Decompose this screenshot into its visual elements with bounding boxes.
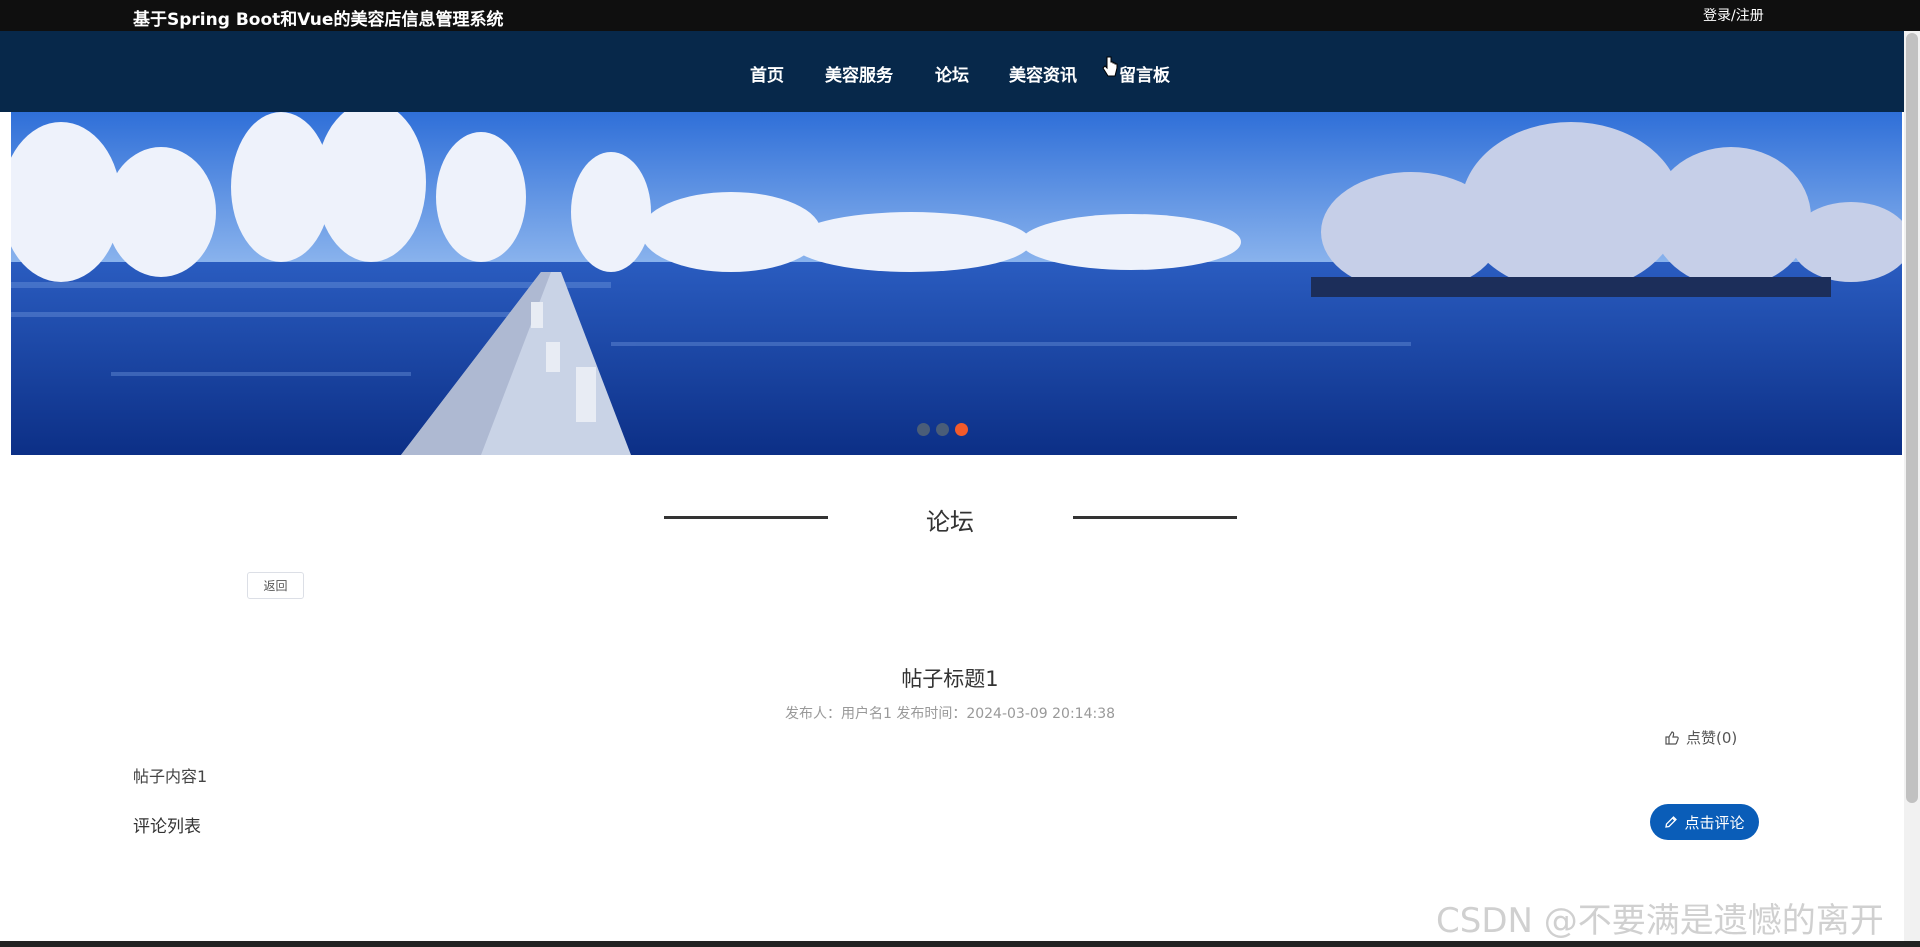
section-title: 论坛 (926, 508, 974, 536)
post-title: 帖子标题1 (901, 667, 999, 691)
nav-item-beauty-news[interactable]: 美容资讯 (1009, 61, 1077, 86)
add-comment-button[interactable]: 点击评论 (1650, 804, 1759, 840)
thumbs-up-icon (1665, 730, 1679, 745)
top-bar: 基于Spring Boot和Vue的美容店信息管理系统 登录/注册 (0, 0, 1920, 31)
like-button[interactable]: 点赞(0) (1664, 727, 1737, 748)
section-divider-right (1073, 516, 1237, 519)
carousel-dot-1[interactable] (917, 423, 930, 436)
section-divider-left (664, 516, 828, 519)
nav-item-forum[interactable]: 论坛 (935, 61, 969, 86)
carousel-dot-3-active[interactable] (955, 423, 968, 436)
hand-cursor-icon (1102, 56, 1118, 77)
nav-item-home[interactable]: 首页 (750, 61, 784, 86)
main-nav: 首页 美容服务 论坛 美容资讯 留言板 (0, 31, 1920, 112)
comments-list-label: 评论列表 (133, 817, 201, 837)
csdn-watermark: CSDN @不要满是遗憾的离开 (1436, 901, 1884, 941)
page-scrollbar-thumb[interactable] (1906, 33, 1918, 803)
banner-image (11, 112, 1902, 455)
site-title: 基于Spring Boot和Vue的美容店信息管理系统 (133, 10, 504, 30)
post-content: 帖子内容1 (133, 767, 208, 786)
bottom-edge-bar (0, 941, 1920, 947)
login-register-link[interactable]: 登录/注册 (1703, 5, 1764, 25)
post-meta: 发布人：用户名1 发布时间：2024-03-09 20:14:38 (784, 706, 1116, 722)
like-count-label: 点赞(0) (1686, 729, 1738, 747)
nav-item-message-board[interactable]: 留言板 (1119, 61, 1170, 86)
add-comment-label: 点击评论 (1684, 813, 1745, 832)
carousel-dot-2[interactable] (936, 423, 949, 436)
banner-carousel[interactable] (11, 112, 1902, 455)
back-button[interactable]: 返回 (247, 572, 304, 599)
nav-item-beauty-services[interactable]: 美容服务 (825, 61, 893, 86)
edit-pencil-icon (1665, 816, 1678, 828)
